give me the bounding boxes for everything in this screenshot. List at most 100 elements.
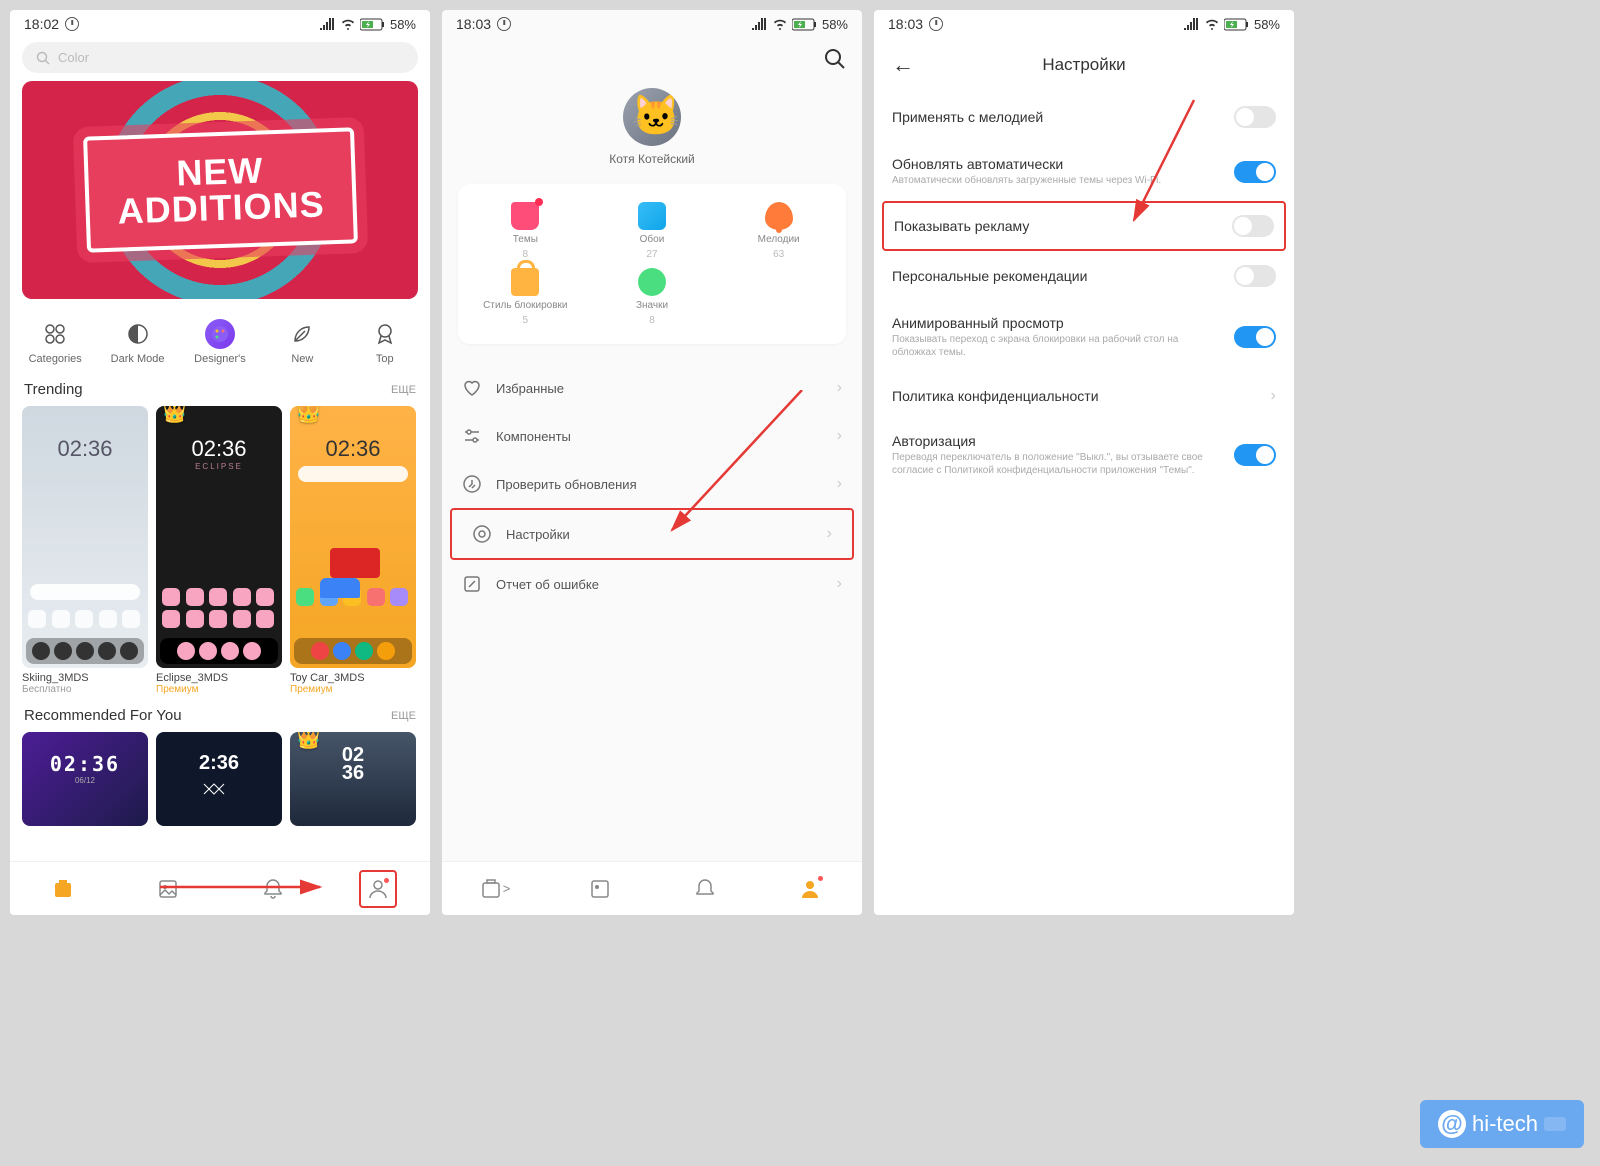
stat-wallpapers[interactable]: Обои 27 — [593, 202, 712, 260]
nav-ringtones[interactable] — [686, 870, 724, 908]
status-bar: 18:03 58% — [874, 10, 1294, 38]
back-button[interactable]: ← — [892, 52, 914, 78]
status-bar: 18:02 58% — [10, 10, 430, 38]
battery-percent: 58% — [1254, 17, 1280, 32]
stat-lockstyle[interactable]: Стиль блокировки 5 — [466, 268, 585, 326]
battery-icon — [792, 18, 818, 31]
bottom-nav — [10, 861, 430, 915]
menu-updates[interactable]: Проверить обновления › — [442, 460, 862, 508]
toggle[interactable] — [1234, 265, 1276, 287]
sliders-icon — [462, 426, 482, 446]
edit-icon — [462, 574, 482, 594]
gear-icon — [472, 524, 492, 544]
themes-icon — [51, 877, 75, 901]
wifi-icon — [340, 18, 356, 30]
toggle[interactable] — [1234, 161, 1276, 183]
recommended-more[interactable]: ЕЩЕ — [391, 710, 416, 722]
username: Котя Котейский — [442, 152, 862, 166]
category-categories[interactable]: Categories — [20, 319, 90, 365]
avatar[interactable] — [623, 88, 681, 146]
setting-animated-preview[interactable]: Анимированный просмотр Показывать перехо… — [874, 301, 1294, 373]
toggle[interactable] — [1232, 215, 1274, 237]
theme-eclipse[interactable]: 👑 02:36 ECLIPSE Eclipse_3MDS Премиум — [156, 406, 282, 695]
status-time: 18:03 — [888, 16, 923, 32]
battery-percent: 58% — [822, 17, 848, 32]
nav-wallpapers[interactable] — [149, 870, 187, 908]
signal-icon — [320, 18, 336, 30]
status-bar: 18:03 58% — [442, 10, 862, 38]
screen-settings: 18:03 58% ← Настройки Применять с мелоди… — [874, 10, 1294, 915]
status-icons: 58% — [1184, 17, 1280, 32]
themes-icon — [511, 202, 539, 230]
leaf-icon — [287, 319, 317, 349]
setting-authorization[interactable]: Авторизация Переводя переключатель в пол… — [874, 419, 1294, 491]
chevron-right-icon: › — [1271, 387, 1276, 405]
stat-ringtones[interactable]: Мелодии 63 — [719, 202, 838, 260]
nav-profile[interactable] — [359, 870, 397, 908]
category-designers[interactable]: Designer's — [185, 319, 255, 365]
lock-icon — [511, 268, 539, 296]
at-icon: @ — [1438, 1110, 1466, 1138]
theme-toy-car[interactable]: 👑 02:36 Toy Car_3MDS Премиум — [290, 406, 416, 695]
category-dark-mode[interactable]: Dark Mode — [103, 319, 173, 365]
menu-components[interactable]: Компоненты › — [442, 412, 862, 460]
search-input[interactable]: Color — [22, 42, 418, 73]
bottom-nav: > — [442, 861, 862, 915]
bell-icon — [765, 202, 793, 230]
toggle[interactable] — [1234, 326, 1276, 348]
crown-icon: 👑 — [296, 406, 321, 425]
setting-show-ads[interactable]: Показывать рекламу — [882, 201, 1286, 251]
search-placeholder: Color — [58, 50, 89, 65]
category-new[interactable]: New — [267, 319, 337, 365]
chevron-right-icon: › — [837, 475, 842, 493]
grid-icon — [40, 319, 70, 349]
setting-personal-recommendations[interactable]: Персональные рекомендации — [874, 251, 1294, 301]
page-title: Настройки — [1042, 55, 1125, 75]
user-stats-grid: Темы 8 Обои 27 Мелодии 63 Стиль блокиров… — [458, 184, 846, 344]
wallpaper-icon — [638, 202, 666, 230]
rec-theme-3[interactable]: 👑 02 36 — [290, 732, 416, 826]
search-icon — [36, 51, 50, 65]
search-icon[interactable] — [824, 48, 846, 70]
signal-icon — [752, 18, 768, 30]
rec-theme-2[interactable]: 2:36 — [156, 732, 282, 826]
nav-ringtones[interactable] — [254, 870, 292, 908]
crown-icon: 👑 — [162, 406, 187, 425]
toggle[interactable] — [1234, 444, 1276, 466]
promo-banner[interactable]: NEW ADDITIONS — [22, 81, 418, 299]
category-top[interactable]: Top — [350, 319, 420, 365]
setting-auto-update[interactable]: Обновлять автоматически Автоматически об… — [874, 142, 1294, 201]
bell-icon — [261, 877, 285, 901]
notification-dot — [384, 878, 389, 883]
badge-icon — [638, 268, 666, 296]
recommended-row: 02:36 06/12 2:36 👑 02 36 — [10, 728, 430, 830]
trending-more[interactable]: ЕЩЕ — [391, 384, 416, 396]
menu-report[interactable]: Отчет об ошибке › — [442, 560, 862, 608]
chevron-right-icon: › — [837, 379, 842, 397]
status-icons: 58% — [752, 17, 848, 32]
trending-title: Trending — [24, 381, 83, 398]
alarm-icon — [65, 17, 79, 31]
signal-icon — [1184, 18, 1200, 30]
rec-theme-1[interactable]: 02:36 06/12 — [22, 732, 148, 826]
wifi-icon — [772, 18, 788, 30]
battery-icon — [360, 18, 386, 31]
setting-apply-melody[interactable]: Применять с мелодией — [874, 92, 1294, 142]
nav-wallpapers[interactable] — [581, 870, 619, 908]
nav-profile[interactable] — [791, 870, 829, 908]
stat-icons[interactable]: Значки 8 — [593, 268, 712, 326]
battery-icon — [1224, 18, 1250, 31]
menu-settings[interactable]: Настройки › — [450, 508, 854, 560]
alarm-icon — [929, 17, 943, 31]
toggle[interactable] — [1234, 106, 1276, 128]
menu-favorites[interactable]: Избранные › — [442, 364, 862, 412]
nav-themes[interactable] — [44, 870, 82, 908]
theme-skiing[interactable]: 02:36 Skiing_3MDS Бесплатно — [22, 406, 148, 695]
nav-themes[interactable]: > — [476, 870, 514, 908]
recommended-title: Recommended For You — [24, 707, 182, 724]
setting-privacy-policy[interactable]: Политика конфиденциальности › — [874, 373, 1294, 419]
status-icons: 58% — [320, 17, 416, 32]
profile-menu: Избранные › Компоненты › Проверить обнов… — [442, 364, 862, 608]
crown-icon: 👑 — [296, 732, 321, 751]
stat-themes[interactable]: Темы 8 — [466, 202, 585, 260]
